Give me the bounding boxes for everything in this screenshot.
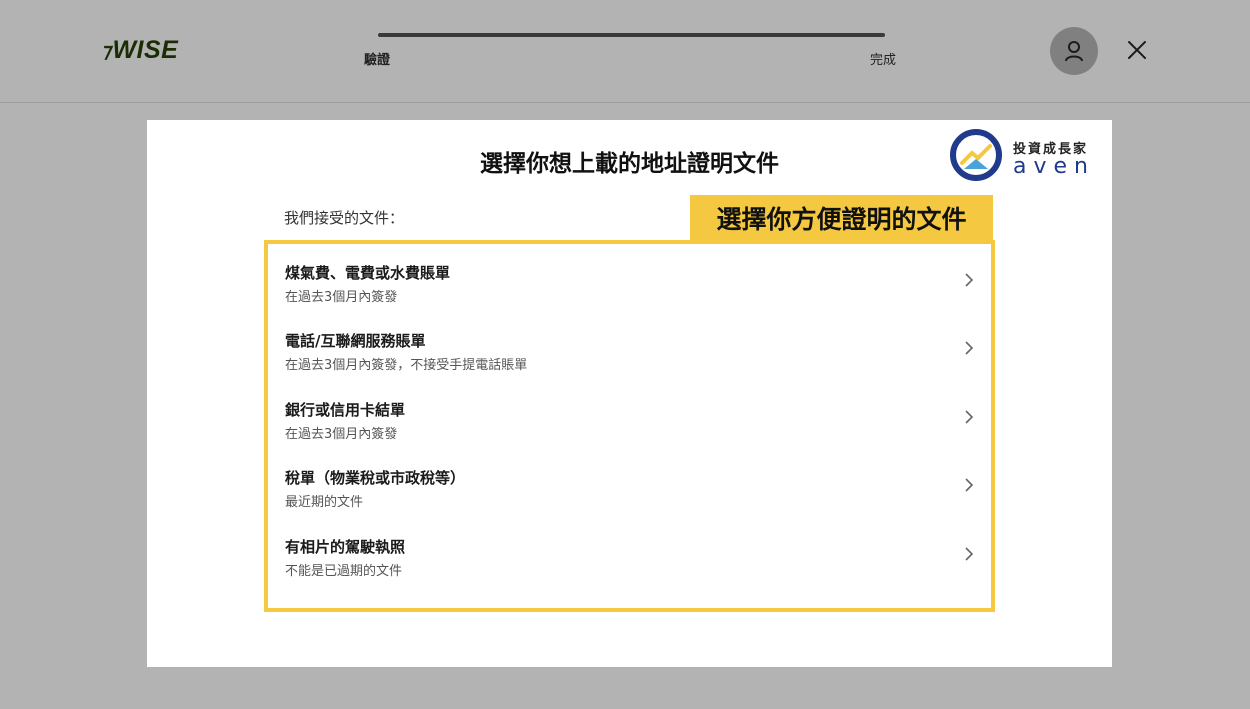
close-button[interactable] xyxy=(1125,38,1149,62)
chevron-right-icon xyxy=(965,410,974,424)
list-item-telecom-bill[interactable]: 電話/互聯網服務賬單 在過去3個月內簽發，不接受手提電話賬單 xyxy=(268,312,991,380)
top-bar: ⁊ WISE 驗證 完成 xyxy=(0,0,1250,103)
step-done: 完成 xyxy=(870,53,897,68)
highlight-note: 選擇你方便證明的文件 xyxy=(690,195,993,240)
item-subtitle: 最近期的文件 xyxy=(285,495,364,510)
item-subtitle: 在過去3個月內簽發，不接受手提電話賬單 xyxy=(285,358,528,373)
aven-logo-icon xyxy=(950,129,1002,181)
item-subtitle: 不能是已過期的文件 xyxy=(285,564,403,579)
user-icon xyxy=(1065,41,1083,62)
wise-logo[interactable]: ⁊ WISE xyxy=(101,36,178,65)
document-list: 煤氣費、電費或水費賬單 在過去3個月內簽發 電話/互聯網服務賬單 在過去3個月內… xyxy=(264,240,995,612)
item-title: 有相片的駕駛執照 xyxy=(285,538,406,556)
chevron-right-icon xyxy=(965,478,974,492)
accepted-documents-label: 我們接受的文件： xyxy=(284,209,405,227)
account-avatar[interactable] xyxy=(1050,27,1098,75)
item-title: 電話/互聯網服務賬單 xyxy=(285,332,426,350)
item-title: 稅單（物業稅或市政稅等） xyxy=(285,469,466,487)
wise-flag-icon: ⁊ xyxy=(101,40,112,62)
list-item-tax-bill[interactable]: 稅單（物業稅或市政稅等） 最近期的文件 xyxy=(268,449,991,517)
chevron-right-icon xyxy=(965,273,974,287)
list-item-bank-statement[interactable]: 銀行或信用卡結單 在過去3個月內簽發 xyxy=(268,381,991,449)
document-choice-panel: 選擇你想上載的地址證明文件 投資成長家 aven 我們接受的文件： 選擇你方便證… xyxy=(147,120,1112,667)
close-icon xyxy=(1128,41,1146,59)
progress-bar xyxy=(378,33,885,37)
item-subtitle: 在過去3個月內簽發 xyxy=(285,290,398,305)
step-verify: 驗證 xyxy=(364,53,391,68)
aven-watermark: 投資成長家 aven xyxy=(950,129,1100,183)
item-title: 銀行或信用卡結單 xyxy=(285,401,406,419)
item-subtitle: 在過去3個月內簽發 xyxy=(285,427,398,442)
chevron-right-icon xyxy=(965,547,974,561)
list-item-utility-bill[interactable]: 煤氣費、電費或水費賬單 在過去3個月內簽發 xyxy=(268,244,991,312)
item-title: 煤氣費、電費或水費賬單 xyxy=(285,264,451,282)
chevron-right-icon xyxy=(965,341,974,355)
wise-logo-text: WISE xyxy=(112,36,179,64)
list-item-driving-licence[interactable]: 有相片的駕駛執照 不能是已過期的文件 xyxy=(268,518,991,586)
brand-en: aven xyxy=(1013,154,1095,179)
